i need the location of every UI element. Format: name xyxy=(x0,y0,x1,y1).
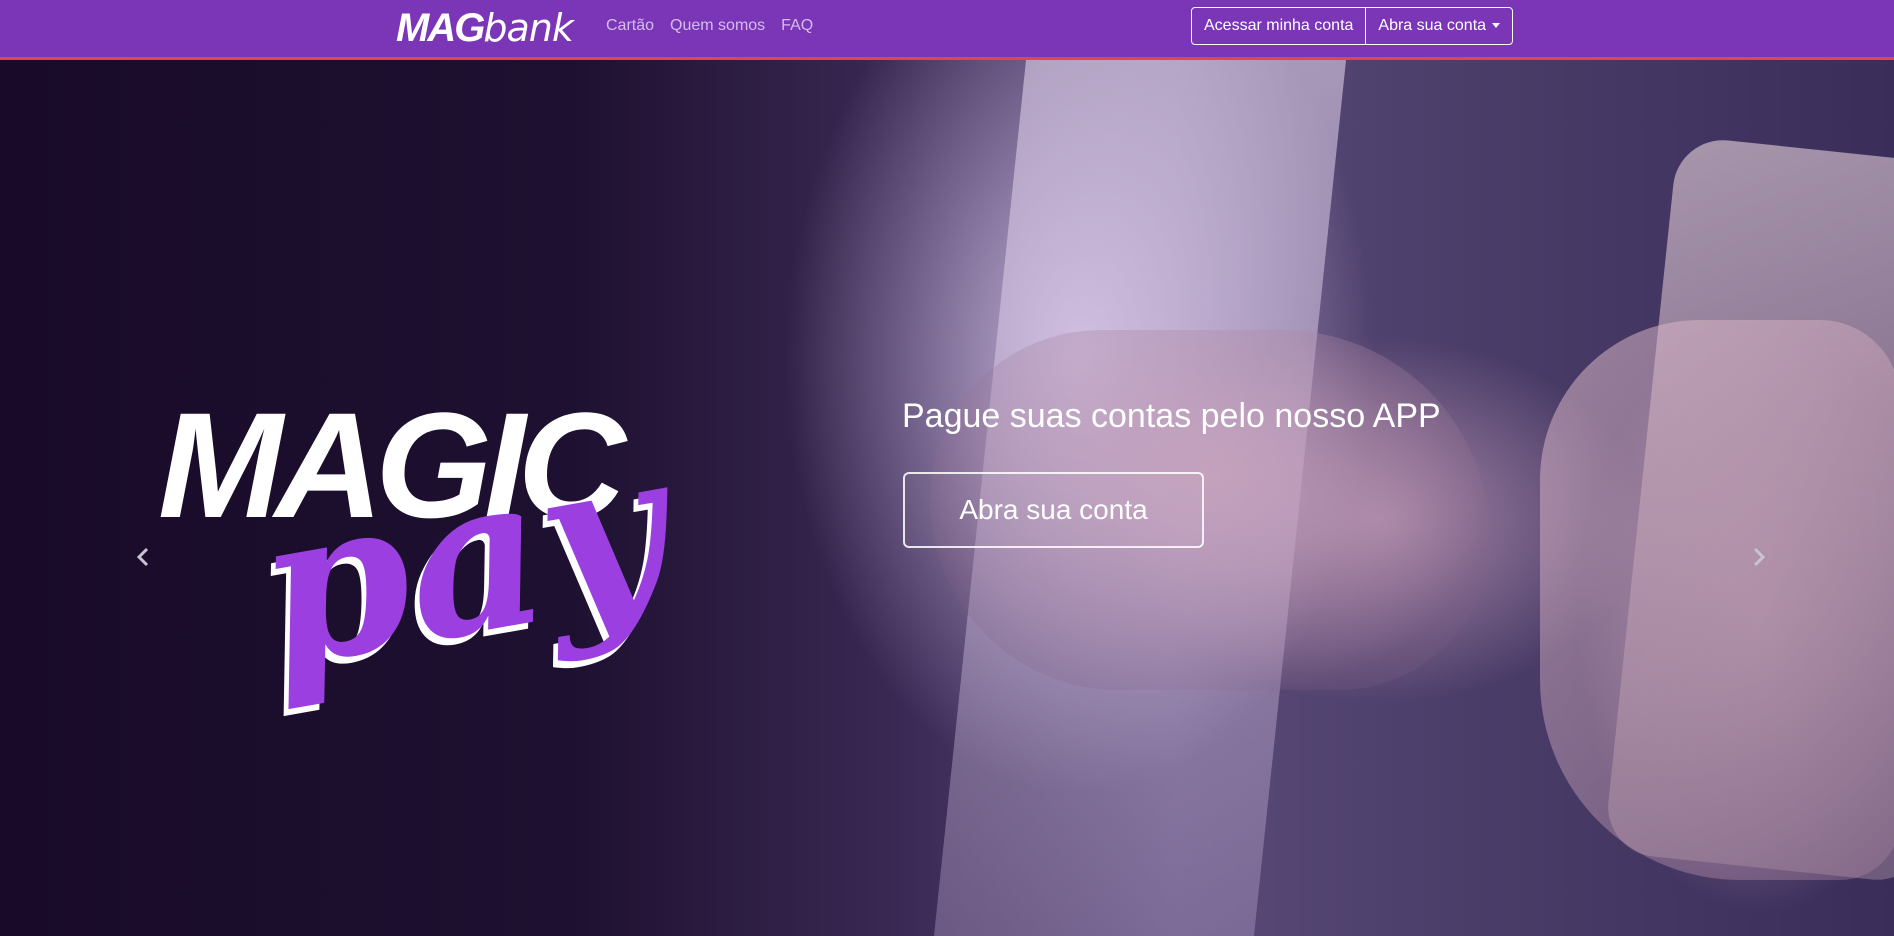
nav-link-quem-somos[interactable]: Quem somos xyxy=(670,17,765,35)
chevron-left-icon xyxy=(136,547,149,567)
caret-down-icon xyxy=(1492,23,1501,29)
chevron-right-icon xyxy=(1753,547,1766,567)
nav-actions-group: Acessar minha conta Abra sua conta xyxy=(1191,7,1514,45)
open-account-cta-button[interactable]: Abra sua conta xyxy=(903,472,1204,548)
open-account-button-label: Abra sua conta xyxy=(1378,17,1487,34)
magic-pay-logo-pay: pay xyxy=(241,402,684,717)
nav-link-faq[interactable]: FAQ xyxy=(781,17,813,35)
top-navbar: MAG bank Cartão Quem somos FAQ Acessar m… xyxy=(0,0,1894,60)
login-button-label: Acessar minha conta xyxy=(1204,17,1354,34)
brand-logo[interactable]: MAG bank xyxy=(396,6,574,50)
carousel-next-button[interactable] xyxy=(1747,545,1771,569)
brand-mag-text: MAG xyxy=(396,6,485,50)
open-account-dropdown-button[interactable]: Abra sua conta xyxy=(1365,8,1512,44)
nav-link-cartao[interactable]: Cartão xyxy=(606,17,654,35)
background-hand-holding-phone xyxy=(1540,320,1894,880)
carousel-prev-button[interactable] xyxy=(131,545,155,569)
nav-links: Cartão Quem somos FAQ xyxy=(606,17,813,35)
cta-label: Abra sua conta xyxy=(959,494,1148,525)
brand-bank-text: bank xyxy=(483,6,573,50)
hero-caption: Pague suas contas pelo nosso APP xyxy=(902,397,1441,435)
login-button[interactable]: Acessar minha conta xyxy=(1192,8,1365,44)
